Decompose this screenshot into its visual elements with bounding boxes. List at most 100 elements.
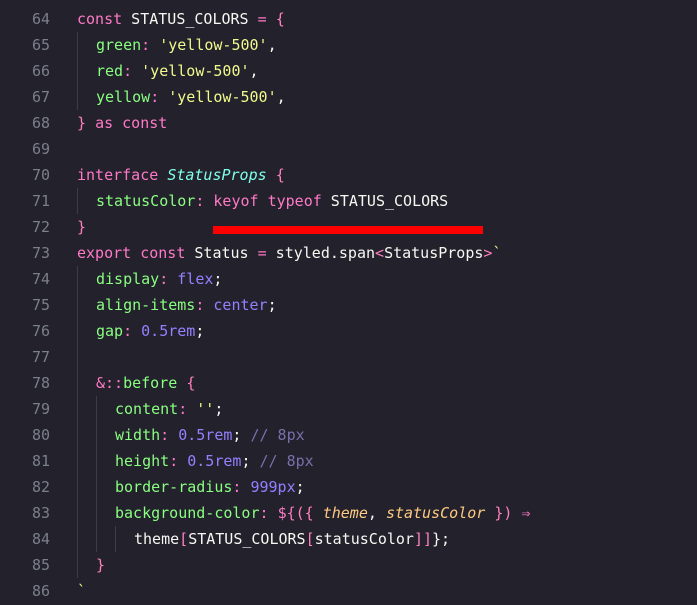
indent-guide [77, 396, 78, 422]
code-line[interactable]: 83 background-color: ${({ theme, statusCo… [0, 500, 697, 526]
code-token: red [96, 62, 124, 80]
code-token: : [159, 270, 169, 288]
code-line[interactable]: 78 &::before { [0, 370, 697, 396]
indent-guide [96, 396, 97, 422]
code-line[interactable]: 74 display: flex; [0, 266, 697, 292]
indent-guide [77, 526, 78, 552]
code-token: , [267, 36, 277, 54]
code-token: = [257, 244, 267, 262]
code-text: gap: 0.5rem; [96, 318, 204, 344]
code-text: } as const [77, 110, 167, 136]
code-text: interface StatusProps { [77, 162, 285, 188]
code-line[interactable]: 68 } as const [0, 110, 697, 136]
code-token: : [150, 88, 160, 106]
indent-guide [115, 526, 116, 552]
indent-guide [77, 32, 78, 58]
code-token: '' [196, 400, 215, 418]
code-text: statusColor: keyof typeof STATUS_COLORS [96, 188, 448, 214]
code-token: : [259, 504, 269, 522]
code-token: ` [77, 582, 87, 600]
indent-guide [77, 552, 78, 578]
indent-guide [96, 448, 97, 474]
indent-guide [77, 422, 78, 448]
code-line[interactable]: 75 align-items: center; [0, 292, 697, 318]
code-text: width: 0.5rem; // 8px [115, 422, 305, 448]
code-token: background-color [115, 504, 260, 522]
code-line[interactable]: 86 ` [0, 578, 697, 604]
code-token: : [141, 36, 151, 54]
line-number: 78 [31, 374, 50, 392]
code-token: ⇒ [521, 504, 531, 522]
code-line[interactable]: 77 [0, 344, 697, 370]
code-token: ]] [413, 530, 433, 548]
indent-guide [77, 448, 78, 474]
line-number: 84 [31, 530, 50, 548]
code-line[interactable]: 85} [0, 552, 697, 578]
code-line[interactable]: 66 red: 'yellow-500', [0, 58, 697, 84]
line-number: 71 [31, 192, 50, 210]
code-line[interactable]: 70 interface StatusProps { [0, 162, 697, 188]
code-text: theme[STATUS_COLORS[statusColor]]}; [134, 526, 450, 552]
indent-guide [77, 500, 78, 526]
code-token: display [96, 270, 160, 288]
code-token: 'yellow-500' [141, 62, 250, 80]
code-line[interactable]: 79 content: ''; [0, 396, 697, 422]
code-line[interactable]: 64 const STATUS_COLORS = { [0, 6, 697, 32]
code-line[interactable]: 81 height: 0.5rem; // 8px [0, 448, 697, 474]
code-token: gap [96, 322, 124, 340]
code-token: theme [322, 504, 368, 522]
code-token: [ [179, 530, 189, 548]
code-token: } [77, 114, 87, 132]
code-token: content [115, 400, 179, 418]
line-number: 79 [31, 400, 50, 418]
code-text: content: ''; [115, 396, 223, 422]
code-line[interactable]: 67 yellow: 'yellow-500', [0, 84, 697, 110]
code-token: STATUS_COLORS [188, 530, 306, 548]
indent-guide [77, 474, 78, 500]
code-token: 999px [250, 478, 296, 496]
code-token: , [276, 88, 286, 106]
indent-guide [77, 370, 78, 396]
code-editor[interactable]: 64 const STATUS_COLORS = {65 green: 'yello… [0, 0, 697, 605]
code-token: : [178, 400, 188, 418]
code-token: align-items [96, 296, 196, 314]
code-line[interactable]: 76 gap: 0.5rem; [0, 318, 697, 344]
code-line[interactable]: 69 [0, 136, 697, 162]
code-token: green [96, 36, 142, 54]
code-token: interface [77, 166, 159, 184]
indent-guide [96, 500, 97, 526]
code-token: = [257, 10, 267, 28]
code-line[interactable]: 65 green: 'yellow-500', [0, 32, 697, 58]
line-number: 82 [31, 478, 50, 496]
line-number: 69 [31, 140, 50, 158]
code-line[interactable]: 80 width: 0.5rem; // 8px [0, 422, 697, 448]
code-text: &::before { [96, 370, 195, 396]
code-token: { [275, 10, 285, 28]
code-line[interactable]: 71 statusColor: keyof typeof STATUS_COLOR… [0, 188, 697, 214]
code-token: width [115, 426, 161, 444]
code-token: ; [232, 426, 251, 444]
code-line[interactable]: 73 export const Status = styled.span<Stat… [0, 240, 697, 266]
code-token: StatusProps [167, 166, 267, 184]
code-text: green: 'yellow-500', [96, 32, 277, 58]
line-number: 74 [31, 270, 50, 288]
code-token: keyof [213, 192, 259, 210]
code-token: 'yellow-500' [159, 36, 268, 54]
code-token: ; [214, 400, 224, 418]
code-line[interactable]: 82 border-radius: 999px; [0, 474, 697, 500]
code-token: }; [432, 530, 451, 548]
code-token: :: [105, 374, 124, 392]
line-number: 68 [31, 114, 50, 132]
line-number: 73 [31, 244, 50, 262]
code-text: ` [77, 578, 86, 604]
code-line[interactable]: 84 theme[STATUS_COLORS[statusColor]]}; [0, 526, 697, 552]
code-token: // 8px [259, 452, 314, 470]
indent-guide [96, 474, 97, 500]
